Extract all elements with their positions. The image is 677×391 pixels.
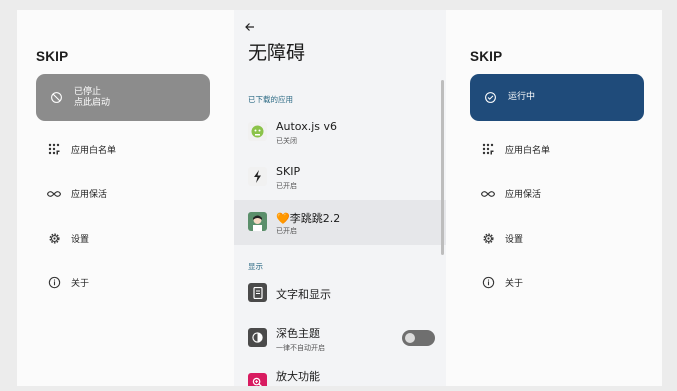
setting-name: 文字和显示: [276, 288, 331, 301]
menu-item-keepalive[interactable]: 应用保活: [470, 172, 650, 217]
magnify-icon: [248, 373, 267, 386]
menu-item-label: 设置: [505, 234, 524, 245]
menu-item-label: 设置: [71, 234, 90, 245]
menu-item-settings[interactable]: 设置: [470, 216, 650, 261]
section-downloaded-apps: 已下载的应用: [248, 95, 293, 104]
left-menu: 应用白名单 应用保活 设置 关于: [36, 127, 216, 305]
setting-name: 放大功能: [276, 370, 320, 383]
right-panel: SKIP 运行中 应用白名单 应用保活 设置 关于: [446, 10, 662, 386]
right-menu: 应用白名单 应用保活 设置 关于: [470, 127, 650, 305]
app-state: 已关闭: [276, 137, 297, 145]
block-icon: [49, 91, 63, 105]
status-title: 运行中: [508, 92, 536, 102]
toggle-knob: [405, 333, 415, 343]
infinity-icon: [47, 187, 61, 201]
app-row-litiaotiao[interactable]: 🧡李跳跳2.2 已开启: [234, 200, 446, 245]
app-name: 🧡李跳跳2.2: [276, 212, 341, 225]
info-icon: [47, 276, 61, 290]
gear-icon: [481, 231, 495, 245]
dark-theme-icon: [248, 328, 267, 347]
status-subtitle: 点此启动: [74, 97, 111, 108]
info-icon: [481, 276, 495, 290]
scrollbar[interactable]: [441, 80, 444, 255]
app-row-autox[interactable]: Autox.js v6 已关闭: [234, 110, 446, 155]
menu-item-settings[interactable]: 设置: [36, 216, 216, 261]
infinity-icon: [481, 187, 495, 201]
status-card-stopped[interactable]: 已停止 点此启动: [36, 74, 210, 121]
litiaotiao-icon: [248, 212, 267, 231]
app-name: SKIP: [276, 165, 301, 178]
app-title: SKIP: [36, 49, 69, 64]
menu-item-about[interactable]: 关于: [36, 261, 216, 306]
setting-row-text-display[interactable]: 文字和显示: [234, 271, 446, 316]
apps-grid-icon: [47, 142, 61, 156]
menu-item-whitelist[interactable]: 应用白名单: [470, 127, 650, 172]
menu-item-label: 应用白名单: [505, 145, 551, 156]
menu-item-label: 应用保活: [71, 190, 108, 201]
app-title: SKIP: [470, 49, 503, 64]
menu-item-label: 关于: [505, 279, 524, 290]
dark-theme-toggle[interactable]: [402, 330, 435, 346]
left-panel: SKIP 已停止 点此启动 应用白名单 应用保活 设置 关于: [17, 10, 234, 386]
back-arrow-icon[interactable]: [244, 18, 258, 32]
app-state: 已开启: [276, 182, 297, 190]
menu-item-label: 关于: [71, 279, 90, 290]
app-name: Autox.js v6: [276, 120, 337, 133]
accessibility-panel: 无障碍 已下载的应用 Autox.js v6 已关闭 SKIP 已开启 🧡李跳跳…: [234, 10, 446, 386]
page-title: 无障碍: [248, 42, 306, 64]
setting-name: 深色主题: [276, 327, 320, 340]
setting-row-magnify[interactable]: 放大功能: [234, 361, 446, 386]
skip-icon: [248, 167, 267, 186]
menu-item-label: 应用白名单: [71, 145, 117, 156]
menu-item-keepalive[interactable]: 应用保活: [36, 172, 216, 217]
app-row-skip[interactable]: SKIP 已开启: [234, 155, 446, 200]
status-title: 已停止: [74, 86, 102, 97]
setting-subtitle: 一律不自动开启: [276, 344, 325, 352]
menu-item-label: 应用保活: [505, 190, 542, 201]
setting-row-dark-theme[interactable]: 深色主题 一律不自动开启: [234, 316, 446, 361]
status-card-running[interactable]: 运行中: [470, 74, 644, 121]
menu-item-whitelist[interactable]: 应用白名单: [36, 127, 216, 172]
apps-grid-icon: [481, 142, 495, 156]
gear-icon: [47, 231, 61, 245]
menu-item-about[interactable]: 关于: [470, 261, 650, 306]
app-state: 已开启: [276, 227, 297, 235]
check-circle-icon: [483, 91, 497, 105]
text-display-icon: [248, 283, 267, 302]
autox-icon: [248, 122, 267, 141]
